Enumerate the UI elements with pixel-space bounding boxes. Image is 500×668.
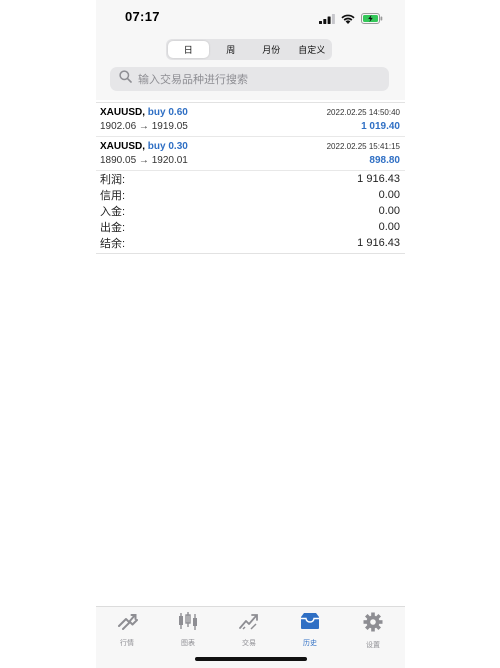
phone-screen: 07:17 日 周 月份 自定义 输入交易品种进行搜索 XAUUSD, buy … [96,0,405,668]
deal-side: buy 0.60 [147,107,188,118]
deal-symbol: XAUUSD, [100,141,146,152]
tabbar-item-chart[interactable]: 图表 [168,612,208,648]
summary-deposit-row: 入金: 0.00 [96,203,405,219]
tab-month[interactable]: 月份 [251,39,292,60]
tab-week[interactable]: 周 [211,39,252,60]
summary-withdrawal-row: 出金: 0.00 [96,219,405,235]
tabbar-item-trade[interactable]: 交易 [229,612,269,648]
summary-profit-row: 利润: 1 916.43 [96,171,405,187]
tabbar-item-settings[interactable]: 设置 [353,612,393,650]
deal-list: XAUUSD, buy 0.60 1902.06 → 1919.05 2022.… [96,102,405,171]
summary-label: 利润: [100,174,126,186]
summary-value: 0.00 [378,221,400,233]
search-placeholder: 输入交易品种进行搜索 [138,74,248,86]
trade-icon [238,612,260,635]
settings-icon [362,612,384,637]
history-icon [299,612,321,635]
tabbar-item-quotes[interactable]: 行情 [107,612,147,648]
tab-day[interactable]: 日 [168,41,209,58]
wifi-icon [341,11,355,29]
deal-title: XAUUSD, buy 0.30 [100,141,188,152]
summary-section: 利润: 1 916.43 信用: 0.00 入金: 0.00 出金: 0.00 结余: 1… [96,171,405,254]
deal-datetime: 2022.02.25 14:50:40 [326,108,400,117]
deal-symbol: XAUUSD, [100,107,146,118]
tabbar-label: 图表 [181,640,195,647]
summary-value: 0.00 [378,205,400,217]
signal-icon [319,11,335,29]
search-icon [110,70,132,88]
deal-row[interactable]: XAUUSD, buy 0.30 1890.05 → 1920.01 2022.… [96,137,405,171]
quotes-icon [116,612,138,635]
deal-profit: 1 019.40 [361,121,400,132]
deal-profit: 898.80 [369,155,400,166]
period-segmented-control: 日 周 月份 自定义 [166,39,332,60]
deal-side: buy 0.30 [147,141,188,152]
tab-custom[interactable]: 自定义 [292,39,333,60]
summary-label: 信用: [100,190,126,202]
summary-balance-row: 结余: 1 916.43 [96,235,405,251]
summary-label: 出金: [100,222,126,234]
summary-value: 0.00 [378,189,400,201]
tabbar-label: 交易 [242,640,256,647]
home-indicator [195,657,307,661]
summary-label: 入金: [100,206,126,218]
top-area: 07:17 日 周 月份 自定义 输入交易品种进行搜索 [96,0,405,100]
status-time: 07:17 [125,9,160,24]
summary-label: 结余: [100,238,126,250]
deal-datetime: 2022.02.25 15:41:15 [326,142,400,151]
chart-icon [177,612,199,635]
search-input[interactable]: 输入交易品种进行搜索 [110,67,389,91]
battery-charging-icon [361,11,383,29]
summary-value: 1 916.43 [357,173,400,185]
deal-row[interactable]: XAUUSD, buy 0.60 1902.06 → 1919.05 2022.… [96,103,405,137]
tabbar-label: 历史 [303,640,317,647]
summary-credit-row: 信用: 0.00 [96,187,405,203]
summary-value: 1 916.43 [357,237,400,249]
status-icons [319,11,383,29]
status-bar: 07:17 [96,0,405,34]
tabbar-label: 设置 [366,642,380,649]
deal-title: XAUUSD, buy 0.60 [100,107,188,118]
tabbar-label: 行情 [120,640,134,647]
deal-prices: 1890.05 → 1920.01 [100,155,188,166]
tabbar-item-history[interactable]: 历史 [290,612,330,648]
deal-prices: 1902.06 → 1919.05 [100,121,188,132]
